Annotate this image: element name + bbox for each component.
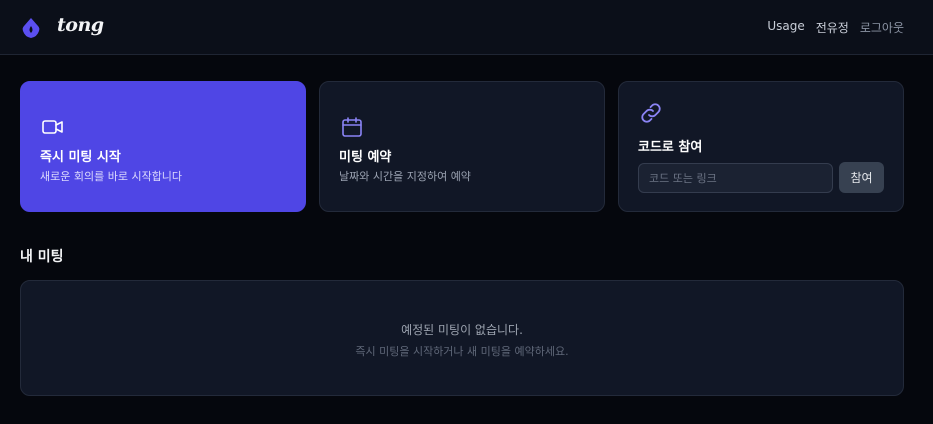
video-camera-icon: [42, 120, 63, 134]
card-title: 코드로 참여: [638, 140, 703, 155]
nav-usage-link[interactable]: Usage: [767, 19, 804, 36]
my-meetings-heading: 내 미팅: [20, 249, 64, 265]
card-description: 새로운 회의를 바로 시작합니다: [40, 170, 183, 183]
tong-logo-icon[interactable]: [21, 17, 41, 39]
top-header: tong Usage 전유정 로그아웃: [0, 0, 933, 55]
join-button[interactable]: 참여: [839, 162, 884, 193]
empty-state-hint: 즉시 미팅을 시작하거나 새 미팅을 예약하세요.: [355, 345, 569, 358]
brand-name[interactable]: tong: [57, 14, 104, 36]
meetings-empty-state: 예정된 미팅이 없습니다. 즉시 미팅을 시작하거나 새 미팅을 예약하세요.: [20, 280, 904, 396]
calendar-icon: [342, 117, 362, 137]
card-title: 즉시 미팅 시작: [40, 150, 121, 165]
nav-logout-link[interactable]: 로그아웃: [860, 19, 904, 36]
meeting-code-input[interactable]: [638, 163, 833, 193]
top-nav: Usage 전유정 로그아웃: [767, 19, 904, 36]
card-description: 날짜와 시간을 지정하여 예약: [339, 170, 471, 183]
empty-state-message: 예정된 미팅이 없습니다.: [401, 323, 523, 337]
card-title: 미팅 예약: [339, 150, 392, 165]
instant-meeting-card[interactable]: 즉시 미팅 시작 새로운 회의를 바로 시작합니다: [20, 81, 306, 212]
schedule-meeting-card[interactable]: 미팅 예약 날짜와 시간을 지정하여 예약: [319, 81, 605, 212]
link-icon: [641, 103, 661, 123]
join-by-code-card: 코드로 참여 참여: [618, 81, 904, 212]
nav-user-name[interactable]: 전유정: [816, 19, 849, 36]
